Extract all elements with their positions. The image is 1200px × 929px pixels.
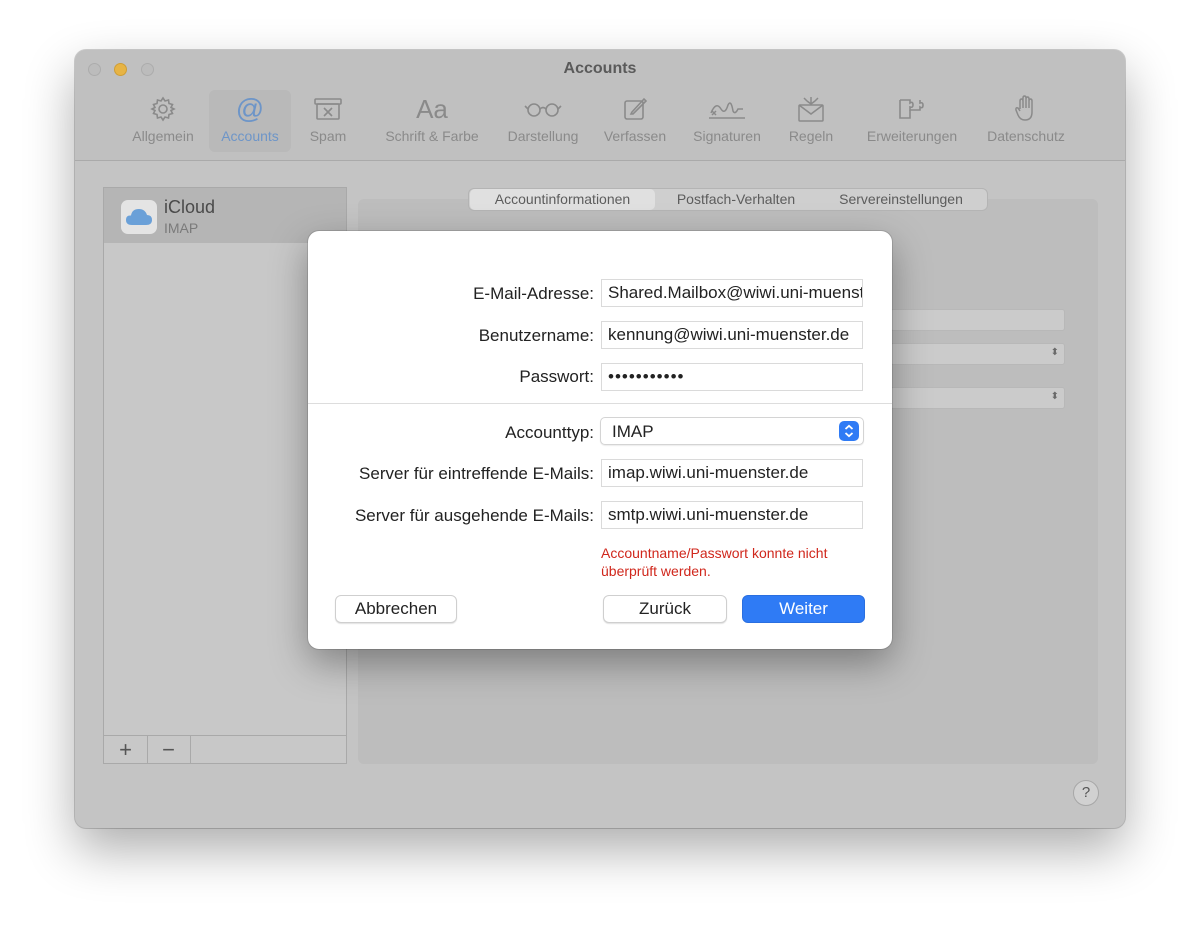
password-field[interactable]: ••••••••••• <box>601 363 863 391</box>
account-type-value: IMAP <box>612 422 654 441</box>
toolbar-item-label: Accounts <box>221 128 279 144</box>
outgoing-server-field[interactable]: smtp.wiwi.uni-muenster.de <box>601 501 863 529</box>
account-type-select[interactable]: IMAP <box>600 417 864 445</box>
incoming-server-field[interactable]: imap.wiwi.uni-muenster.de <box>601 459 863 487</box>
add-account-button[interactable]: + <box>104 736 148 763</box>
tab-mailbox-behaviors[interactable]: Postfach-Verhalten <box>657 189 815 210</box>
toolbar-item-privacy[interactable]: Datenschutz <box>979 90 1073 152</box>
toolbar-item-rules[interactable]: Regeln <box>783 90 839 152</box>
toolbar-item-signatures[interactable]: Signaturen <box>685 90 769 152</box>
toolbar-item-label: Datenschutz <box>987 128 1065 144</box>
toolbar-item-label: Signaturen <box>693 128 761 144</box>
toolbar-item-composing[interactable]: Verfassen <box>597 90 673 152</box>
toolbar-item-fonts-colors[interactable]: Aa Schrift & Farbe <box>373 90 491 152</box>
font-icon: Aa <box>416 93 448 124</box>
toolbar-item-spam[interactable]: Spam <box>303 90 353 152</box>
chevron-updown-icon: ⬍ <box>1050 391 1059 402</box>
rules-icon <box>783 94 839 124</box>
back-button[interactable]: Zurück <box>603 595 727 623</box>
icloud-icon <box>121 200 157 234</box>
email-label: E-Mail-Adresse: <box>473 284 594 303</box>
toolbar-item-accounts[interactable]: @ Accounts <box>209 90 291 152</box>
glasses-icon <box>499 94 587 124</box>
cancel-button[interactable]: Abbrechen <box>335 595 457 623</box>
outgoing-server-label: Server für ausgehende E-Mails: <box>354 506 594 525</box>
toolbar-item-label: Spam <box>309 128 347 144</box>
toolbar-item-label: Verfassen <box>603 128 667 144</box>
account-type-label: Accounttyp: <box>505 423 594 442</box>
tab-account-information[interactable]: Accountinformationen <box>470 189 655 210</box>
chevron-updown-icon: ⬍ <box>1050 347 1059 358</box>
incoming-server-label: Server für eintreffende E-Mails: <box>359 464 594 483</box>
at-icon: @ <box>235 93 265 124</box>
gear-icon <box>123 94 203 124</box>
tab-server-settings[interactable]: Servereinstellungen <box>817 189 985 210</box>
toolbar-item-viewing[interactable]: Darstellung <box>499 90 587 152</box>
account-name: iCloud <box>164 197 216 217</box>
toolbar-item-label: Regeln <box>788 128 834 144</box>
password-label: Passwort: <box>519 367 594 386</box>
toolbar-item-extensions[interactable]: Erweiterungen <box>857 90 967 152</box>
next-button[interactable]: Weiter <box>742 595 865 623</box>
email-field[interactable]: Shared.Mailbox@wiwi.uni-muenster.de <box>601 279 863 307</box>
toolbar-item-label: Darstellung <box>507 128 579 144</box>
sidebar-footer: + − <box>103 735 347 764</box>
puzzle-icon <box>857 94 967 124</box>
help-button[interactable]: ? <box>1073 780 1099 806</box>
account-setup-dialog: E-Mail-Adresse: Shared.Mailbox@wiwi.uni-… <box>308 231 892 649</box>
account-tabs: Accountinformationen Postfach-Verhalten … <box>468 188 988 211</box>
separator <box>308 403 892 404</box>
background-select: ⬍ <box>890 343 1065 365</box>
account-type: IMAP <box>164 220 199 236</box>
chevron-updown-icon <box>839 421 859 441</box>
username-field[interactable]: kennung@wiwi.uni-muenster.de <box>601 321 863 349</box>
toolbar-item-general[interactable]: Allgemein <box>123 90 203 152</box>
compose-icon <box>597 94 673 124</box>
background-field <box>890 309 1065 331</box>
username-label: Benutzername: <box>478 326 594 345</box>
error-message: Accountname/Passwort konnte nicht überpr… <box>601 545 828 579</box>
junk-icon <box>303 94 353 124</box>
hand-icon <box>979 94 1073 124</box>
toolbar: Accounts Allgemein @ Accounts Spam Aa Sc… <box>75 50 1125 161</box>
toolbar-item-label: Erweiterungen <box>866 128 958 144</box>
remove-account-button[interactable]: − <box>147 736 191 763</box>
toolbar-item-label: Schrift & Farbe <box>385 128 479 144</box>
signature-icon <box>685 94 769 124</box>
toolbar-item-label: Allgemein <box>132 128 194 144</box>
background-select: ⬍ <box>890 387 1065 409</box>
window-title: Accounts <box>563 60 637 77</box>
